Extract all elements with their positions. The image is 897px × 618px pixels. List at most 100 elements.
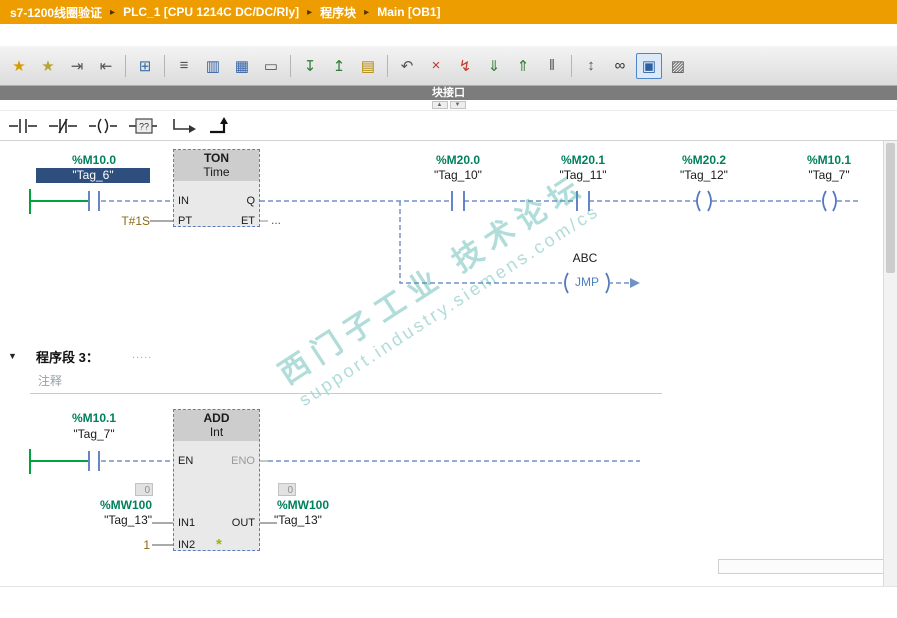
operand-tag[interactable]: "Tag_12" [649,168,759,183]
pin-q[interactable]: Q [246,195,255,208]
contact-tag11-icon[interactable] [576,191,590,211]
close-branch-toolbar-icon[interactable]: ⇤ [93,53,119,79]
scrollbar-thumb[interactable] [886,143,895,273]
operand-tag[interactable]: "Tag_13" [38,513,152,528]
favorite-open-branch-button[interactable] [165,113,201,139]
insert-box-icon[interactable]: ⊞ [132,53,158,79]
operand-address[interactable]: %M10.0 [44,153,144,167]
et-unassigned-value[interactable]: ... [271,213,295,227]
favorite-nc-contact-button[interactable] [45,113,81,139]
power-rail-wire-net2[interactable] [29,189,88,214]
open-branch-icon [173,118,196,133]
contact-tag6-icon[interactable] [88,191,100,211]
block-type[interactable]: Int [174,425,259,439]
coil-tag12-icon[interactable] [696,190,712,212]
insert-empty-box-icon[interactable]: ★ [35,53,61,79]
insert-output-icon[interactable]: ↥ [326,53,352,79]
operand-tag[interactable]: "Tag_10" [403,168,513,183]
operand-tag[interactable]: "Tag_13" [274,513,388,528]
download-icon[interactable]: ⇓ [481,53,507,79]
align-icon[interactable]: ≡ [171,53,197,79]
favorite-empty-box-button[interactable]: ?? [125,113,161,139]
ladder-editor-canvas: 西门子工业 技术论坛 support.industry.siemens.com/… [0,141,897,587]
operand-display-icon[interactable]: ↕ [578,53,604,79]
lad-favorites-bar: ?? [0,111,897,141]
operand-address[interactable]: %M10.1 [44,411,144,425]
coil-tag7-icon[interactable] [822,190,837,212]
toggle-view-icon[interactable]: ▦ [229,53,255,79]
add-int-block[interactable]: ADD Int EN ENO IN1 OUT IN2 * [173,409,260,552]
upload-icon[interactable]: ⇑ [510,53,536,79]
svg-text:??: ?? [139,121,149,131]
breadcrumb: s7-1200线圈验证 ▸ PLC_1 [CPU 1214C DC/DC/Rly… [0,0,897,24]
breadcrumb-plc[interactable]: PLC_1 [CPU 1214C DC/DC/Rly] [123,5,299,19]
go-offline-icon[interactable]: ↯ [452,53,478,79]
pin-in1[interactable]: IN1 [178,517,195,530]
network3-collapse-icon[interactable]: ▼ [8,351,17,361]
pin-in[interactable]: IN [178,195,189,208]
favorite-coil-button[interactable] [85,113,121,139]
pin-out[interactable]: OUT [232,517,255,530]
monitor-toggle-icon[interactable]: ▣ [636,52,662,79]
pin-en[interactable]: EN [178,455,193,468]
insert-input-icon[interactable]: ↧ [297,53,323,79]
no-contact-icon [9,118,37,133]
branch-wire-jmp[interactable] [399,201,562,284]
network3-comment[interactable]: 注释 [38,372,62,389]
network-comment-icon[interactable]: ▭ [258,53,284,79]
monitor-glasses-icon[interactable]: ∞ [607,53,633,79]
bottom-whitespace [0,587,897,618]
cancel-connection-icon[interactable]: × [423,53,449,79]
close-branch-icon [210,116,228,133]
insert-network-icon[interactable]: ★ [6,53,32,79]
breadcrumb-project[interactable]: s7-1200线圈验证 [10,4,102,21]
collapse-interface-grip[interactable]: ▼ [449,101,466,109]
operand-tag[interactable]: "Tag_7" [44,427,144,442]
favorite-no-contact-button[interactable] [5,113,41,139]
block-interface-bar[interactable]: 块接口 [0,86,897,100]
favorite-close-branch-button[interactable] [205,113,241,139]
stop-cpu-icon[interactable]: ‖ [539,53,565,79]
operand-address[interactable]: %M10.1 [774,153,884,167]
empty-box-icon: ?? [129,117,157,134]
operand-address[interactable]: %M20.0 [403,153,513,167]
toolbar-separator [164,54,165,77]
pin-in2[interactable]: IN2 [178,539,195,552]
contact-tag10-icon[interactable] [451,191,465,211]
vertical-scrollbar[interactable] [883,141,897,586]
in2-constant-value[interactable]: 1 [98,538,150,552]
split-editor-icon[interactable]: ▥ [200,53,226,79]
pin-eno[interactable]: ENO [231,455,255,468]
operand-address[interactable]: %MW100 [38,498,152,512]
jmp-instruction[interactable]: JMP [568,276,606,289]
network3-title[interactable]: 程序段 3： [36,347,99,366]
pin-et[interactable]: ET [241,215,255,228]
breadcrumb-main-ob1[interactable]: Main [OB1] [377,5,440,19]
operand-tag[interactable]: "Tag_7" [774,168,884,183]
expand-interface-grip[interactable]: ▲ [431,101,448,109]
network3-title-placeholder[interactable]: ..... [132,349,152,361]
ton-timer-block[interactable]: TON Time IN PT Q ET [173,149,260,227]
comment-divider [30,393,662,394]
pt-constant-value[interactable]: T#1S [98,214,150,228]
toolbar-separator [290,54,291,77]
block-type[interactable]: Time [174,165,259,179]
add-input-star-icon[interactable]: * [216,537,222,552]
program-status-icon[interactable]: ▨ [665,53,691,79]
power-rail-wire-net3[interactable] [29,449,88,474]
open-branch-toolbar-icon[interactable]: ⇥ [64,53,90,79]
operand-address[interactable]: %M20.2 [649,153,759,167]
ton-block-header: TON Time [174,150,259,181]
undo-icon[interactable]: ↶ [394,53,420,79]
pin-pt[interactable]: PT [178,215,192,228]
breadcrumb-program-blocks[interactable]: 程序块 [320,4,356,21]
toolbar-separator [571,54,572,77]
operand-address[interactable]: %MW100 [277,498,391,512]
operand-tag[interactable]: "Tag_11" [528,168,638,183]
expand-networks-icon[interactable]: ▤ [355,53,381,79]
contact-tag7-net3-icon[interactable] [88,451,100,471]
nc-contact-icon [49,118,77,133]
operand-address[interactable]: %M20.1 [528,153,638,167]
operand-tag-selected[interactable]: "Tag_6" [36,168,150,183]
jump-label-name[interactable]: ABC [530,251,640,266]
